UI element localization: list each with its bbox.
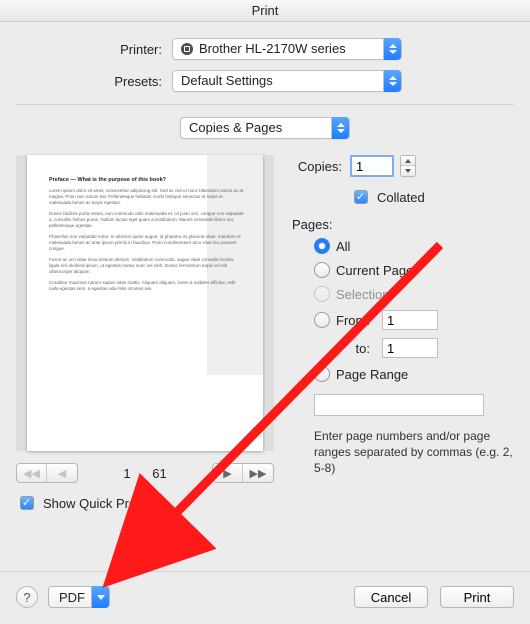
page-range-hint: Enter page numbers and/or page ranges se… bbox=[314, 428, 514, 477]
cancel-button[interactable]: Cancel bbox=[354, 586, 428, 608]
radio-selection bbox=[314, 286, 330, 302]
page-range-input[interactable] bbox=[314, 394, 484, 416]
radio-current-page-label: Current Page bbox=[336, 263, 413, 278]
page-indicator: 1 61 bbox=[123, 466, 166, 481]
copies-input[interactable] bbox=[350, 155, 394, 177]
prev-page-button[interactable]: ◀ bbox=[47, 464, 77, 482]
radio-all-label: All bbox=[336, 239, 350, 254]
window-title: Print bbox=[252, 3, 279, 18]
to-label: to: bbox=[336, 341, 376, 356]
prev-page-segment[interactable]: ◀◀ ◀ bbox=[16, 463, 78, 483]
collated-label: Collated bbox=[377, 190, 425, 205]
first-page-button[interactable]: ◀◀ bbox=[17, 464, 47, 482]
collated-input[interactable] bbox=[354, 190, 368, 204]
radio-current-page[interactable] bbox=[314, 262, 330, 278]
chevrons-icon bbox=[331, 117, 349, 139]
printer-popup[interactable]: Brother HL-2170W series bbox=[172, 38, 402, 60]
doc-heading: Preface — What is the purpose of this bo… bbox=[49, 177, 245, 183]
radio-page-range[interactable] bbox=[314, 366, 330, 382]
show-quick-preview-input[interactable] bbox=[20, 496, 34, 510]
help-button[interactable]: ? bbox=[16, 586, 38, 608]
copies-label: Copies: bbox=[292, 159, 350, 174]
show-quick-preview-label: Show Quick Preview bbox=[43, 496, 162, 511]
copies-step-up[interactable] bbox=[401, 156, 415, 166]
presets-popup[interactable]: Default Settings bbox=[172, 70, 402, 92]
radio-page-range-label: Page Range bbox=[336, 367, 408, 382]
radio-from-label: From: bbox=[336, 313, 376, 328]
chevrons-icon bbox=[383, 38, 401, 60]
copies-stepper[interactable] bbox=[400, 155, 416, 177]
print-button[interactable]: Print bbox=[440, 586, 514, 608]
printer-label: Printer: bbox=[16, 42, 172, 57]
chevrons-icon bbox=[383, 70, 401, 92]
printer-selected: Brother HL-2170W series bbox=[199, 39, 383, 59]
preview-area: Preface — What is the purpose of this bo… bbox=[16, 155, 274, 451]
section-popup[interactable]: Copies & Pages bbox=[180, 117, 350, 139]
copies-step-down[interactable] bbox=[401, 166, 415, 176]
chevron-down-icon bbox=[91, 586, 109, 608]
divider bbox=[16, 104, 514, 105]
preview-page: Preface — What is the purpose of this bo… bbox=[27, 155, 263, 451]
radio-from[interactable] bbox=[314, 312, 330, 328]
presets-selected: Default Settings bbox=[181, 71, 383, 91]
radio-all[interactable] bbox=[314, 238, 330, 254]
presets-label: Presets: bbox=[16, 74, 172, 89]
from-input[interactable] bbox=[382, 310, 438, 330]
last-page-button[interactable]: ▶▶ bbox=[243, 464, 273, 482]
collated-checkbox[interactable]: Collated bbox=[350, 187, 425, 207]
next-page-button[interactable]: ▶ bbox=[213, 464, 243, 482]
window-titlebar: Print bbox=[0, 0, 530, 22]
next-page-segment[interactable]: ▶ ▶▶ bbox=[212, 463, 274, 483]
printer-icon bbox=[181, 43, 193, 55]
pages-label: Pages: bbox=[292, 217, 514, 232]
section-selected: Copies & Pages bbox=[189, 118, 331, 138]
radio-selection-label: Selection bbox=[336, 287, 389, 302]
show-quick-preview-checkbox[interactable]: Show Quick Preview bbox=[16, 493, 274, 513]
pdf-menu-button[interactable]: PDF bbox=[48, 586, 110, 608]
to-input[interactable] bbox=[382, 338, 438, 358]
pdf-label: PDF bbox=[59, 590, 85, 605]
